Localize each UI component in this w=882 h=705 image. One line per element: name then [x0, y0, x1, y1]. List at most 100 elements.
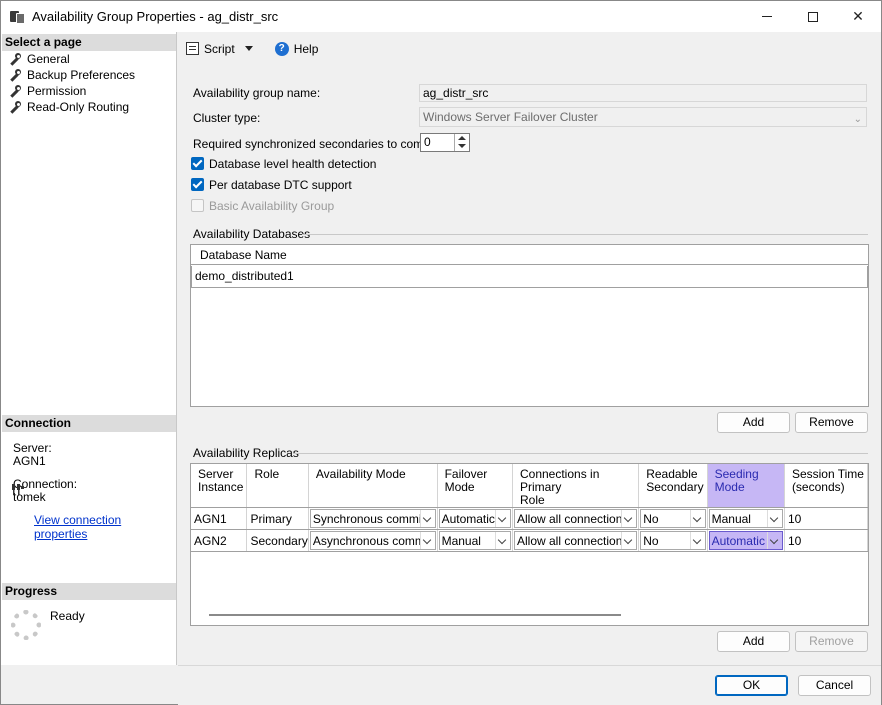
table-row[interactable]: AGN1 Primary Synchronous commit Automati… [191, 507, 868, 530]
dialog-button-bar: OK Cancel [178, 665, 881, 705]
db-health-label: Database level health detection [209, 157, 377, 171]
group-divider [302, 234, 868, 235]
connections-primary-select[interactable]: Allow all connections [513, 531, 638, 550]
title-bar: Availability Group Properties - ag_distr… [1, 1, 881, 32]
script-label: Script [204, 41, 235, 56]
chevron-down-icon [494, 532, 510, 549]
col-header-server-instance[interactable]: Server Instance [191, 464, 248, 508]
progress-spinner-icon [11, 610, 41, 640]
page-item-label: Permission [27, 84, 87, 98]
failover-mode-select[interactable]: Automatic [438, 509, 511, 528]
seeding-mode-select[interactable]: Manual [708, 509, 783, 528]
database-row[interactable]: demo_distributed1 [191, 266, 868, 288]
dtc-label: Per database DTC support [209, 178, 352, 192]
cell-session-timeout[interactable]: 10 [784, 507, 868, 530]
minimize-icon [762, 16, 772, 17]
maximize-button[interactable] [790, 1, 836, 32]
failover-mode-select[interactable]: Manual [438, 531, 511, 550]
page-item-label: Backup Preferences [27, 68, 136, 82]
help-label: Help [293, 41, 319, 56]
chevron-down-icon [689, 510, 705, 527]
page-item-permission[interactable]: Permission [9, 83, 86, 99]
app-icon [10, 9, 26, 25]
basic-ag-checkbox [191, 199, 204, 212]
cell-server-instance[interactable]: AGN2 [191, 529, 248, 552]
ag-name-field: ag_distr_src [419, 84, 867, 102]
toolbar: Script ? Help [178, 32, 881, 65]
required-secondaries-value: 0 [424, 135, 431, 149]
ok-button[interactable]: OK [715, 675, 788, 696]
group-divider [293, 453, 868, 454]
replicas-group-label: Availability Replicas [193, 446, 299, 460]
cluster-type-select: Windows Server Failover Cluster ⌄ [419, 107, 867, 127]
add-replica-button[interactable]: Add [717, 631, 790, 652]
col-header-connections-primary-role[interactable]: Connections in Primary Role [512, 464, 640, 508]
cell-session-timeout[interactable]: 10 [784, 529, 868, 552]
col-header-seeding-mode[interactable]: Seeding Mode [707, 464, 785, 508]
cell-availability-mode[interactable]: Asynchronous commit [308, 529, 438, 552]
remove-database-button[interactable]: Remove [795, 412, 868, 433]
col-header-readable-secondary[interactable]: Readable Secondary [638, 464, 708, 508]
cell-seeding-mode[interactable]: Manual [707, 507, 785, 530]
left-pane: Select a page General Backup Preferences… [1, 32, 177, 665]
cell-availability-mode[interactable]: Synchronous commit [308, 507, 438, 530]
minimize-button[interactable] [744, 1, 790, 32]
cluster-type-label: Cluster type: [193, 111, 261, 125]
cell-readable-secondary[interactable]: No [638, 507, 708, 530]
cell-role[interactable]: Primary [246, 507, 309, 530]
seeding-mode-select[interactable]: Automatic [708, 531, 783, 550]
replicas-grid: Server Instance Role Availability Mode Fa… [190, 463, 869, 626]
horizontal-scrollbar[interactable] [209, 614, 621, 616]
page-item-read-only-routing[interactable]: Read-Only Routing [9, 99, 129, 115]
cell-server-instance[interactable]: AGN1 [191, 507, 248, 530]
database-name-header: Database Name [191, 245, 868, 265]
page-item-general[interactable]: General [9, 51, 70, 67]
help-icon: ? [274, 41, 289, 56]
view-connection-properties-link[interactable]: View connection properties [34, 513, 176, 541]
spin-buttons[interactable] [454, 134, 469, 151]
databases-group-label: Availability Databases [193, 227, 311, 241]
script-button[interactable]: Script [186, 42, 253, 56]
col-header-session-timeout[interactable]: Session Time (seconds) [784, 464, 868, 508]
dialog-window: Availability Group Properties - ag_distr… [0, 0, 882, 705]
chevron-down-icon [689, 532, 705, 549]
remove-replica-button: Remove [795, 631, 868, 652]
cell-readable-secondary[interactable]: No [638, 529, 708, 552]
connections-primary-select[interactable]: Allow all connections [513, 509, 638, 528]
chevron-down-icon [419, 532, 435, 549]
add-database-button[interactable]: Add [717, 412, 790, 433]
connection-header: Connection [2, 415, 176, 432]
script-icon [186, 42, 199, 55]
db-health-checkbox[interactable] [191, 157, 204, 170]
dtc-checkbox[interactable] [191, 178, 204, 191]
close-icon: ✕ [852, 8, 864, 24]
col-header-availability-mode[interactable]: Availability Mode [308, 464, 438, 508]
wrench-icon [9, 69, 21, 82]
availability-mode-select[interactable]: Synchronous commit [309, 509, 436, 528]
col-header-role[interactable]: Role [246, 464, 309, 508]
cancel-button[interactable]: Cancel [798, 675, 871, 696]
table-row[interactable]: AGN2 Secondary Asynchronous commit Manua… [191, 529, 868, 552]
cell-seeding-mode[interactable]: Automatic [707, 529, 785, 552]
chevron-down-icon: ⌄ [853, 114, 862, 125]
chevron-down-icon [766, 532, 782, 549]
ag-name-label: Availability group name: [193, 86, 321, 100]
page-item-backup-preferences[interactable]: Backup Preferences [9, 67, 135, 83]
required-secondaries-stepper[interactable]: 0 [420, 133, 470, 152]
server-value: AGN1 [13, 454, 46, 468]
readable-secondary-select[interactable]: No [640, 531, 706, 550]
cell-failover-mode[interactable]: Automatic [437, 507, 513, 530]
chevron-down-icon [766, 510, 782, 527]
cell-connections-primary[interactable]: Allow all connections [512, 529, 640, 552]
readable-secondary-select[interactable]: No [640, 509, 706, 528]
col-header-failover-mode[interactable]: Failover Mode [437, 464, 513, 508]
close-button[interactable]: ✕ [835, 1, 881, 32]
cluster-type-value: Windows Server Failover Cluster [423, 110, 598, 124]
databases-grid: Database Name demo_distributed1 [190, 244, 869, 407]
availability-mode-select[interactable]: Asynchronous commit [309, 531, 436, 550]
dropdown-arrow-icon[interactable] [244, 46, 253, 51]
cell-role[interactable]: Secondary [246, 529, 309, 552]
cell-connections-primary[interactable]: Allow all connections [512, 507, 640, 530]
help-button[interactable]: ? Help [261, 41, 319, 56]
cell-failover-mode[interactable]: Manual [437, 529, 513, 552]
